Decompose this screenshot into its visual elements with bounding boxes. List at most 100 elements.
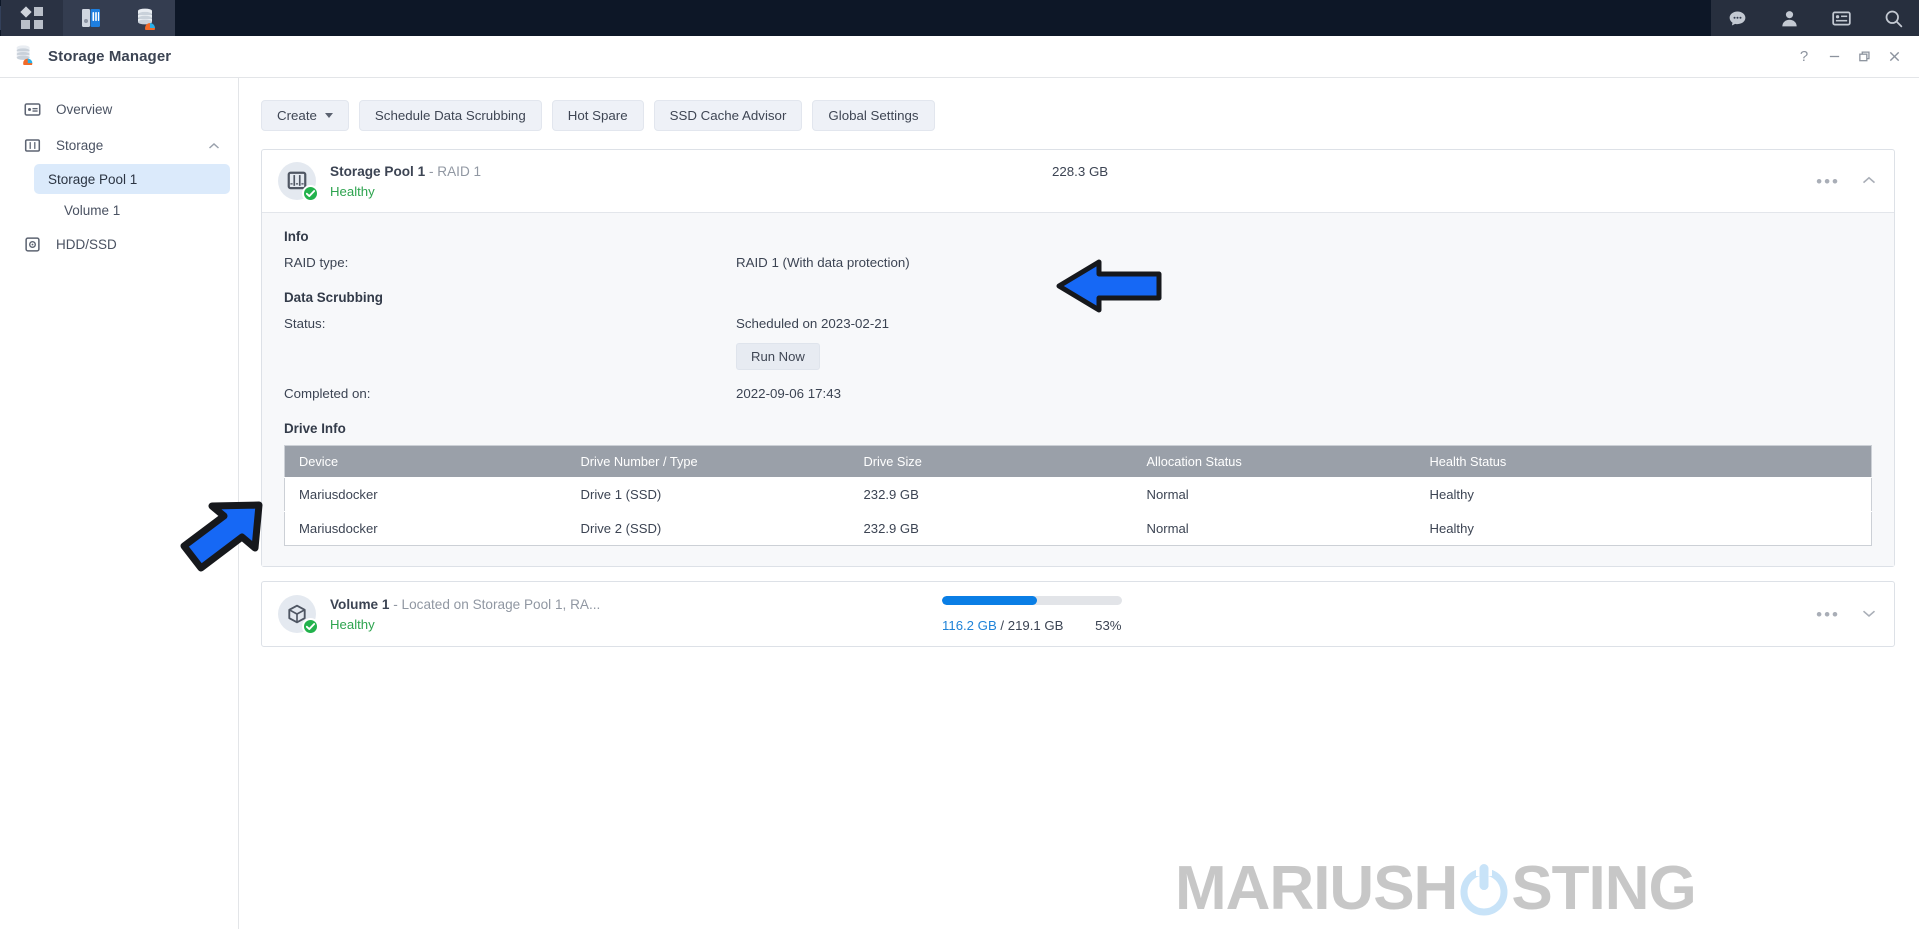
user-account-icon[interactable] <box>1763 0 1815 36</box>
storage-pool-raid: RAID 1 <box>437 163 482 179</box>
volume-name: Volume 1 <box>330 596 390 612</box>
close-button[interactable] <box>1879 42 1909 72</box>
storage-pool-more-menu-icon[interactable]: ••• <box>1816 173 1840 190</box>
disk-glyph <box>25 236 40 252</box>
cell-device: Mariusdocker <box>284 511 567 546</box>
sidebar-item-volume-1[interactable]: Volume 1 <box>34 195 230 225</box>
raid-type-label: RAID type: <box>284 255 349 270</box>
maximize-icon <box>1858 51 1870 62</box>
main-panel: Create Schedule Data Scrubbing Hot Spare… <box>239 78 1919 929</box>
app-menu-icon[interactable] <box>1 0 63 36</box>
storage-pool-collapse-icon[interactable] <box>1862 172 1876 190</box>
scrubbing-status-label: Status: <box>284 316 326 331</box>
sidebar-item-hdd-ssd[interactable]: HDD/SSD <box>8 227 230 261</box>
watermark-text-before: MARIUSH <box>1175 854 1458 923</box>
create-button[interactable]: Create <box>261 100 349 131</box>
window-content: Overview Storage Storage Pool 1 Volume 1… <box>0 78 1919 929</box>
raid-type-value: RAID 1 (With data protection) <box>736 255 910 270</box>
help-button[interactable]: ? <box>1789 42 1819 72</box>
cell-allocation: Normal <box>1132 477 1416 512</box>
storage-pool-card: Storage Pool 1 - RAID 1 Healthy 228.3 GB… <box>261 149 1895 567</box>
hot-spare-button[interactable]: Hot Spare <box>551 100 644 131</box>
watermark: MARIUSH STING <box>1175 854 1697 923</box>
taskbar-tray <box>1711 0 1919 36</box>
volume-name-line: Volume 1 - Located on Storage Pool 1, RA… <box>330 597 600 612</box>
volume-separator: - <box>389 596 402 612</box>
ssd-cache-advisor-button[interactable]: SSD Cache Advisor <box>653 100 803 131</box>
cell-size: 232.9 GB <box>849 511 1133 546</box>
drive-info-title: Drive Info <box>284 421 346 436</box>
col-allocation-status: Allocation Status <box>1132 445 1416 478</box>
chevron-up-icon[interactable] <box>208 138 220 153</box>
magnifier-glyph <box>1885 10 1902 27</box>
drive-info-table: Device Drive Number / Type Drive Size Al… <box>284 445 1872 546</box>
volume-more-menu-icon[interactable]: ••• <box>1816 606 1840 623</box>
table-row[interactable]: Mariusdocker Drive 1 (SSD) 232.9 GB Norm… <box>284 477 1872 512</box>
sidebar-item-label: Storage Pool 1 <box>48 171 138 187</box>
dsm-package-icon[interactable] <box>63 0 119 36</box>
data-scrubbing-section-title: Data Scrubbing <box>284 290 383 305</box>
volume-usage-text: 116.2 GB / 219.1 GB 53% <box>942 618 1122 633</box>
volume-percent: 53% <box>1095 618 1122 633</box>
cell-device: Mariusdocker <box>284 477 567 512</box>
cell-drive: Drive 2 (SSD) <box>566 511 850 546</box>
storage-manager-taskbar-icon[interactable] <box>119 0 175 36</box>
widgets-icon[interactable] <box>1815 0 1867 36</box>
close-icon <box>1889 51 1899 62</box>
schedule-data-scrubbing-button[interactable]: Schedule Data Scrubbing <box>358 100 542 131</box>
storage-glyph <box>16 45 33 68</box>
sidebar-item-label: Storage <box>56 137 104 153</box>
storage-pool-details: Info RAID type: RAID 1 (With data protec… <box>262 212 1894 566</box>
dsm-taskbar <box>0 0 1919 36</box>
grid-glyph <box>20 6 43 29</box>
cell-size: 232.9 GB <box>849 477 1133 512</box>
storage-pool-icon <box>278 162 319 202</box>
info-section-title: Info <box>284 229 309 244</box>
minimize-button[interactable] <box>1819 42 1849 72</box>
hdd-ssd-icon <box>24 236 46 253</box>
toolbar: Create Schedule Data Scrubbing Hot Spare… <box>261 100 1895 131</box>
volume-usage-bar <box>942 596 1122 605</box>
volume-actions: ••• <box>1816 605 1876 623</box>
storage-pool-name: Storage Pool 1 <box>330 163 426 179</box>
sidebar-item-overview[interactable]: Overview <box>8 92 230 126</box>
power-symbol-icon <box>1460 864 1508 916</box>
window-controls: ? <box>1789 42 1919 72</box>
healthy-badge-icon <box>302 618 319 635</box>
storage-pool-titles: Storage Pool 1 - RAID 1 Healthy <box>330 164 481 199</box>
run-now-button[interactable]: Run Now <box>736 343 820 370</box>
nas-glyph <box>82 9 100 27</box>
global-settings-button[interactable]: Global Settings <box>812 100 935 131</box>
overview-icon <box>24 101 46 118</box>
create-button-label: Create <box>277 108 317 123</box>
storage-pool-name-line: Storage Pool 1 - RAID 1 <box>330 164 481 179</box>
minimize-icon <box>1829 55 1839 58</box>
volume-expand-icon[interactable] <box>1862 605 1876 623</box>
table-row[interactable]: Mariusdocker Drive 2 (SSD) 232.9 GB Norm… <box>284 511 1872 546</box>
storage-pool-actions: ••• <box>1816 172 1876 190</box>
chevron-up-glyph <box>1862 176 1876 184</box>
scrubbing-status-row: Status: Scheduled on 2023-02-21 <box>284 316 1872 331</box>
volume-card: Volume 1 - Located on Storage Pool 1, RA… <box>261 581 1895 647</box>
search-icon[interactable] <box>1867 0 1919 36</box>
window-titlebar: Storage Manager ? <box>0 36 1919 78</box>
sidebar-item-storage[interactable]: Storage <box>8 128 230 162</box>
volume-total: / 219.1 GB <box>1000 618 1064 633</box>
person-glyph <box>1781 10 1797 26</box>
notifications-icon[interactable] <box>1711 0 1763 36</box>
storage-pool-header[interactable]: Storage Pool 1 - RAID 1 Healthy 228.3 GB… <box>262 150 1894 212</box>
raid-type-row: RAID type: RAID 1 (With data protection) <box>284 255 1872 270</box>
volume-icon <box>278 595 319 635</box>
maximize-button[interactable] <box>1849 42 1879 72</box>
check-glyph <box>305 623 316 630</box>
volume-header[interactable]: Volume 1 - Located on Storage Pool 1, RA… <box>262 582 1894 646</box>
progress-fill <box>942 596 1038 605</box>
sidebar-item-storage-pool-1[interactable]: Storage Pool 1 <box>34 164 230 194</box>
panel-glyph <box>1831 11 1851 25</box>
drive-table-body: Mariusdocker Drive 1 (SSD) 232.9 GB Norm… <box>284 477 1872 546</box>
storage-manager-icon <box>14 43 36 70</box>
scrubbing-status-value: Scheduled on 2023-02-21 <box>736 316 890 331</box>
table-header-row: Device Drive Number / Type Drive Size Al… <box>284 445 1872 478</box>
drive-bay-glyph <box>24 138 41 152</box>
